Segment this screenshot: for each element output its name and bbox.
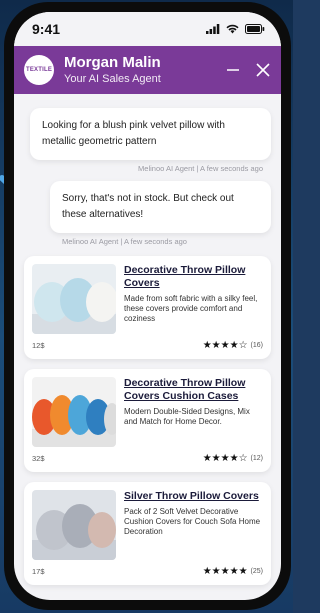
star-icon: ★ xyxy=(220,453,230,464)
product-image[interactable] xyxy=(32,264,116,334)
star-icon: ★ xyxy=(211,453,221,464)
star-icon: ★ xyxy=(238,566,248,577)
battery-icon xyxy=(245,24,265,34)
product-card[interactable]: Decorative Throw Pillow Covers Cushion C… xyxy=(24,369,271,472)
star-icon: ★ xyxy=(202,453,212,464)
product-image[interactable] xyxy=(32,377,116,447)
review-count: (25) xyxy=(250,568,263,575)
signal-icon xyxy=(206,24,220,34)
star-icon: ★ xyxy=(202,566,212,577)
product-title-link[interactable]: Decorative Throw Pillow Covers xyxy=(124,264,263,290)
user-message: Looking for a blush pink velvet pillow w… xyxy=(30,108,271,160)
star-icon: ★ xyxy=(229,566,239,577)
agent-name: Morgan Malin xyxy=(64,54,161,71)
chat-header: TEXTILE Morgan Malin Your AI Sales Agent xyxy=(14,46,281,94)
product-title-link[interactable]: Silver Throw Pillow Covers xyxy=(124,490,263,503)
agent-subtitle: Your AI Sales Agent xyxy=(64,73,161,85)
star-icon: ★ xyxy=(220,566,230,577)
star-rating: ★ ★ ★ ★ ★ (25) xyxy=(203,566,263,577)
status-bar: 9:41 xyxy=(14,12,281,46)
product-description: Made from soft fabric with a silky feel,… xyxy=(124,294,258,323)
phone-frame: 9:41 TEXTILE Morgan Malin Your AI Sales … xyxy=(4,2,291,610)
product-description: Pack of 2 Soft Velvet Decorative Cushion… xyxy=(124,507,261,536)
product-card[interactable]: Silver Throw Pillow Covers Pack of 2 Sof… xyxy=(24,482,271,585)
star-icon: ★ xyxy=(229,340,239,351)
status-icons xyxy=(206,24,265,34)
star-empty-icon: ☆ xyxy=(238,453,248,464)
product-description: Modern Double-Sided Designs, Mix and Mat… xyxy=(124,407,250,426)
wifi-icon xyxy=(226,24,239,34)
agent-message: Sorry, that's not in stock. But check ou… xyxy=(50,181,271,233)
star-icon: ★ xyxy=(211,566,221,577)
product-price: 32$ xyxy=(32,454,45,463)
star-empty-icon: ☆ xyxy=(238,340,248,351)
star-rating: ★ ★ ★ ★ ☆ (12) xyxy=(203,453,263,464)
star-icon: ★ xyxy=(220,340,230,351)
close-icon[interactable] xyxy=(255,62,271,78)
brand-logo: TEXTILE xyxy=(24,55,54,85)
product-price: 12$ xyxy=(32,341,45,350)
star-icon: ★ xyxy=(211,340,221,351)
message-meta: Melinoo AI Agent | A few seconds ago xyxy=(138,164,263,173)
agent-info: Morgan Malin Your AI Sales Agent xyxy=(64,54,161,86)
product-image[interactable] xyxy=(32,490,116,560)
product-card[interactable]: Decorative Throw Pillow Covers Made from… xyxy=(24,256,271,359)
header-actions xyxy=(225,62,271,78)
chat-thread: Looking for a blush pink velvet pillow w… xyxy=(14,94,281,585)
status-time: 9:41 xyxy=(32,21,61,37)
minimize-icon[interactable] xyxy=(225,62,241,78)
review-count: (16) xyxy=(250,342,263,349)
product-title-link[interactable]: Decorative Throw Pillow Covers Cushion C… xyxy=(124,377,263,403)
brand-logo-text: TEXTILE xyxy=(25,67,53,73)
star-rating: ★ ★ ★ ★ ☆ (16) xyxy=(203,340,263,351)
review-count: (12) xyxy=(250,455,263,462)
product-price: 17$ xyxy=(32,567,45,576)
message-meta: Melinoo AI Agent | A few seconds ago xyxy=(62,237,187,246)
phone-screen: 9:41 TEXTILE Morgan Malin Your AI Sales … xyxy=(14,12,281,600)
star-icon: ★ xyxy=(202,340,212,351)
star-icon: ★ xyxy=(229,453,239,464)
